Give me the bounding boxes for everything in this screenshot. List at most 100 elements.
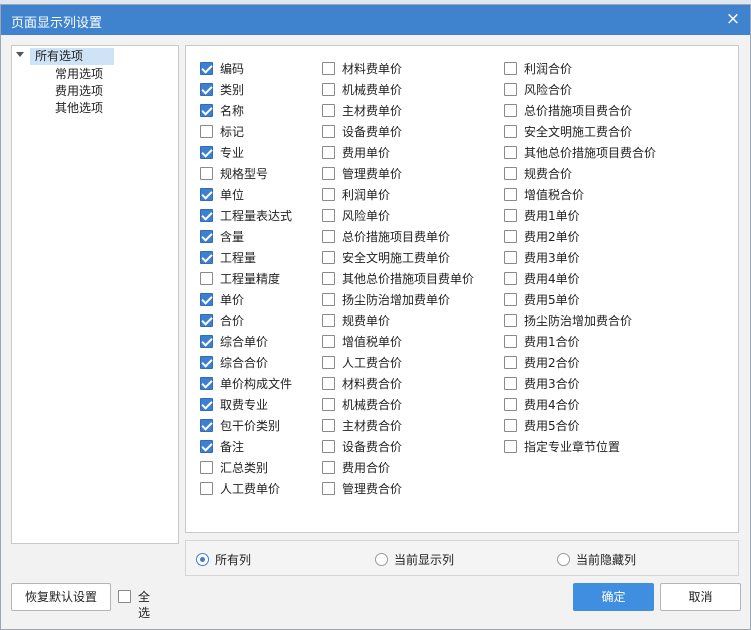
- tree-node-label[interactable]: 所有选项: [30, 48, 114, 65]
- column-option-label: 材料费单价: [342, 62, 403, 76]
- column-option-label: 备注: [220, 440, 245, 454]
- column-option-label: 取费专业: [220, 398, 269, 412]
- checkbox-unchecked[interactable]: [322, 314, 335, 327]
- expand-arrow-icon[interactable]: [16, 52, 24, 57]
- checkbox-unchecked[interactable]: [504, 293, 517, 306]
- checkbox-checked[interactable]: [200, 398, 213, 411]
- checkbox-checked[interactable]: [200, 62, 213, 75]
- tree-node-other-options[interactable]: 其他选项: [55, 100, 103, 117]
- checkbox-unchecked[interactable]: [322, 230, 335, 243]
- restore-defaults-button[interactable]: 恢复默认设置: [11, 583, 111, 611]
- checkbox-checked[interactable]: [200, 251, 213, 264]
- checkbox-checked[interactable]: [200, 209, 213, 222]
- checkbox-checked[interactable]: [200, 146, 213, 159]
- checkbox-unchecked[interactable]: [504, 62, 517, 75]
- checkbox-unchecked[interactable]: [504, 167, 517, 180]
- checkbox-checked[interactable]: [200, 188, 213, 201]
- checkbox-unchecked[interactable]: [322, 398, 335, 411]
- select-all-label: 全选: [138, 590, 151, 620]
- radio-button[interactable]: [196, 553, 209, 566]
- checkbox-unchecked[interactable]: [504, 188, 517, 201]
- checkbox-unchecked[interactable]: [504, 314, 517, 327]
- column-option-label: 机械费单价: [342, 83, 403, 97]
- checkbox-unchecked[interactable]: [504, 419, 517, 432]
- column-option-label: 单价构成文件: [220, 377, 293, 391]
- column-option-label: 增值税合价: [524, 188, 585, 202]
- checkbox-unchecked[interactable]: [322, 83, 335, 96]
- checkbox-checked[interactable]: [200, 314, 213, 327]
- column-option-label: 利润单价: [342, 188, 391, 202]
- checkbox-unchecked[interactable]: [504, 251, 517, 264]
- checkbox-checked[interactable]: [200, 440, 213, 453]
- column-option-label: 综合单价: [220, 335, 269, 349]
- checkbox-unchecked[interactable]: [322, 419, 335, 432]
- column-option-label: 设备费单价: [342, 125, 403, 139]
- checkbox-checked[interactable]: [200, 356, 213, 369]
- radio-button[interactable]: [375, 553, 388, 566]
- checkbox-unchecked[interactable]: [322, 62, 335, 75]
- checkbox-unchecked[interactable]: [504, 440, 517, 453]
- column-option-label: 规费单价: [342, 314, 391, 328]
- tree-node-common-options[interactable]: 常用选项: [55, 66, 103, 83]
- column-option-label: 利润合价: [524, 62, 573, 76]
- column-option-label: 其他总价措施项目费单价: [342, 272, 475, 286]
- checkbox-unchecked[interactable]: [322, 482, 335, 495]
- checkbox-unchecked[interactable]: [504, 83, 517, 96]
- checkbox-checked[interactable]: [200, 335, 213, 348]
- checkbox-unchecked[interactable]: [200, 125, 213, 138]
- checkbox-unchecked[interactable]: [322, 146, 335, 159]
- checkbox-checked[interactable]: [200, 293, 213, 306]
- ok-button[interactable]: 确定: [573, 583, 654, 611]
- column-option-label: 含量: [220, 230, 245, 244]
- checkbox-unchecked[interactable]: [322, 272, 335, 285]
- checkbox-unchecked[interactable]: [322, 377, 335, 390]
- checkbox-unchecked[interactable]: [322, 335, 335, 348]
- column-option-label: 管理费合价: [342, 482, 403, 496]
- column-option-label: 单位: [220, 188, 245, 202]
- checkbox-unchecked[interactable]: [200, 482, 213, 495]
- checkbox[interactable]: [118, 590, 131, 603]
- checkbox-unchecked[interactable]: [504, 104, 517, 117]
- checkbox-unchecked[interactable]: [322, 293, 335, 306]
- column-option-label: 风险合价: [524, 83, 573, 97]
- column-option-label: 单价: [220, 293, 245, 307]
- checkbox-unchecked[interactable]: [504, 146, 517, 159]
- checkbox-unchecked[interactable]: [504, 335, 517, 348]
- column-option-label: 规费合价: [524, 167, 573, 181]
- checkbox-unchecked[interactable]: [322, 356, 335, 369]
- column-option-label: 费用1合价: [524, 335, 580, 349]
- column-option-label: 材料费合价: [342, 377, 403, 391]
- checkbox-unchecked[interactable]: [322, 167, 335, 180]
- checkbox-unchecked[interactable]: [504, 398, 517, 411]
- checkbox-unchecked[interactable]: [200, 461, 213, 474]
- checkbox-unchecked[interactable]: [322, 104, 335, 117]
- checkbox-unchecked[interactable]: [504, 377, 517, 390]
- column-option-label: 包干价类别: [220, 419, 281, 433]
- checkbox-unchecked[interactable]: [322, 188, 335, 201]
- column-option-label: 工程量表达式: [220, 209, 293, 223]
- checkbox-unchecked[interactable]: [322, 461, 335, 474]
- checkbox-unchecked[interactable]: [504, 272, 517, 285]
- checkbox-checked[interactable]: [200, 419, 213, 432]
- column-option-label: 指定专业章节位置: [524, 440, 621, 454]
- column-option-label: 主材费合价: [342, 419, 403, 433]
- checkbox-unchecked[interactable]: [322, 125, 335, 138]
- checkbox-unchecked[interactable]: [200, 167, 213, 180]
- checkbox-checked[interactable]: [200, 377, 213, 390]
- checkbox-unchecked[interactable]: [504, 356, 517, 369]
- checkbox-checked[interactable]: [200, 230, 213, 243]
- checkbox-checked[interactable]: [200, 104, 213, 117]
- checkbox-unchecked[interactable]: [322, 440, 335, 453]
- radio-button[interactable]: [557, 553, 570, 566]
- checkbox-unchecked[interactable]: [322, 251, 335, 264]
- column-settings-dialog: 页面显示列设置 × 所有选项 常用选项 费用选项 其他选项 编码 类别 名称 标记 专业…: [0, 4, 751, 630]
- checkbox-unchecked[interactable]: [200, 272, 213, 285]
- checkbox-unchecked[interactable]: [504, 230, 517, 243]
- close-icon[interactable]: ×: [722, 8, 744, 30]
- checkbox-unchecked[interactable]: [504, 209, 517, 222]
- checkbox-unchecked[interactable]: [504, 125, 517, 138]
- cancel-button[interactable]: 取消: [660, 583, 741, 611]
- tree-node-fee-options[interactable]: 费用选项: [55, 83, 103, 100]
- checkbox-checked[interactable]: [200, 83, 213, 96]
- checkbox-unchecked[interactable]: [322, 209, 335, 222]
